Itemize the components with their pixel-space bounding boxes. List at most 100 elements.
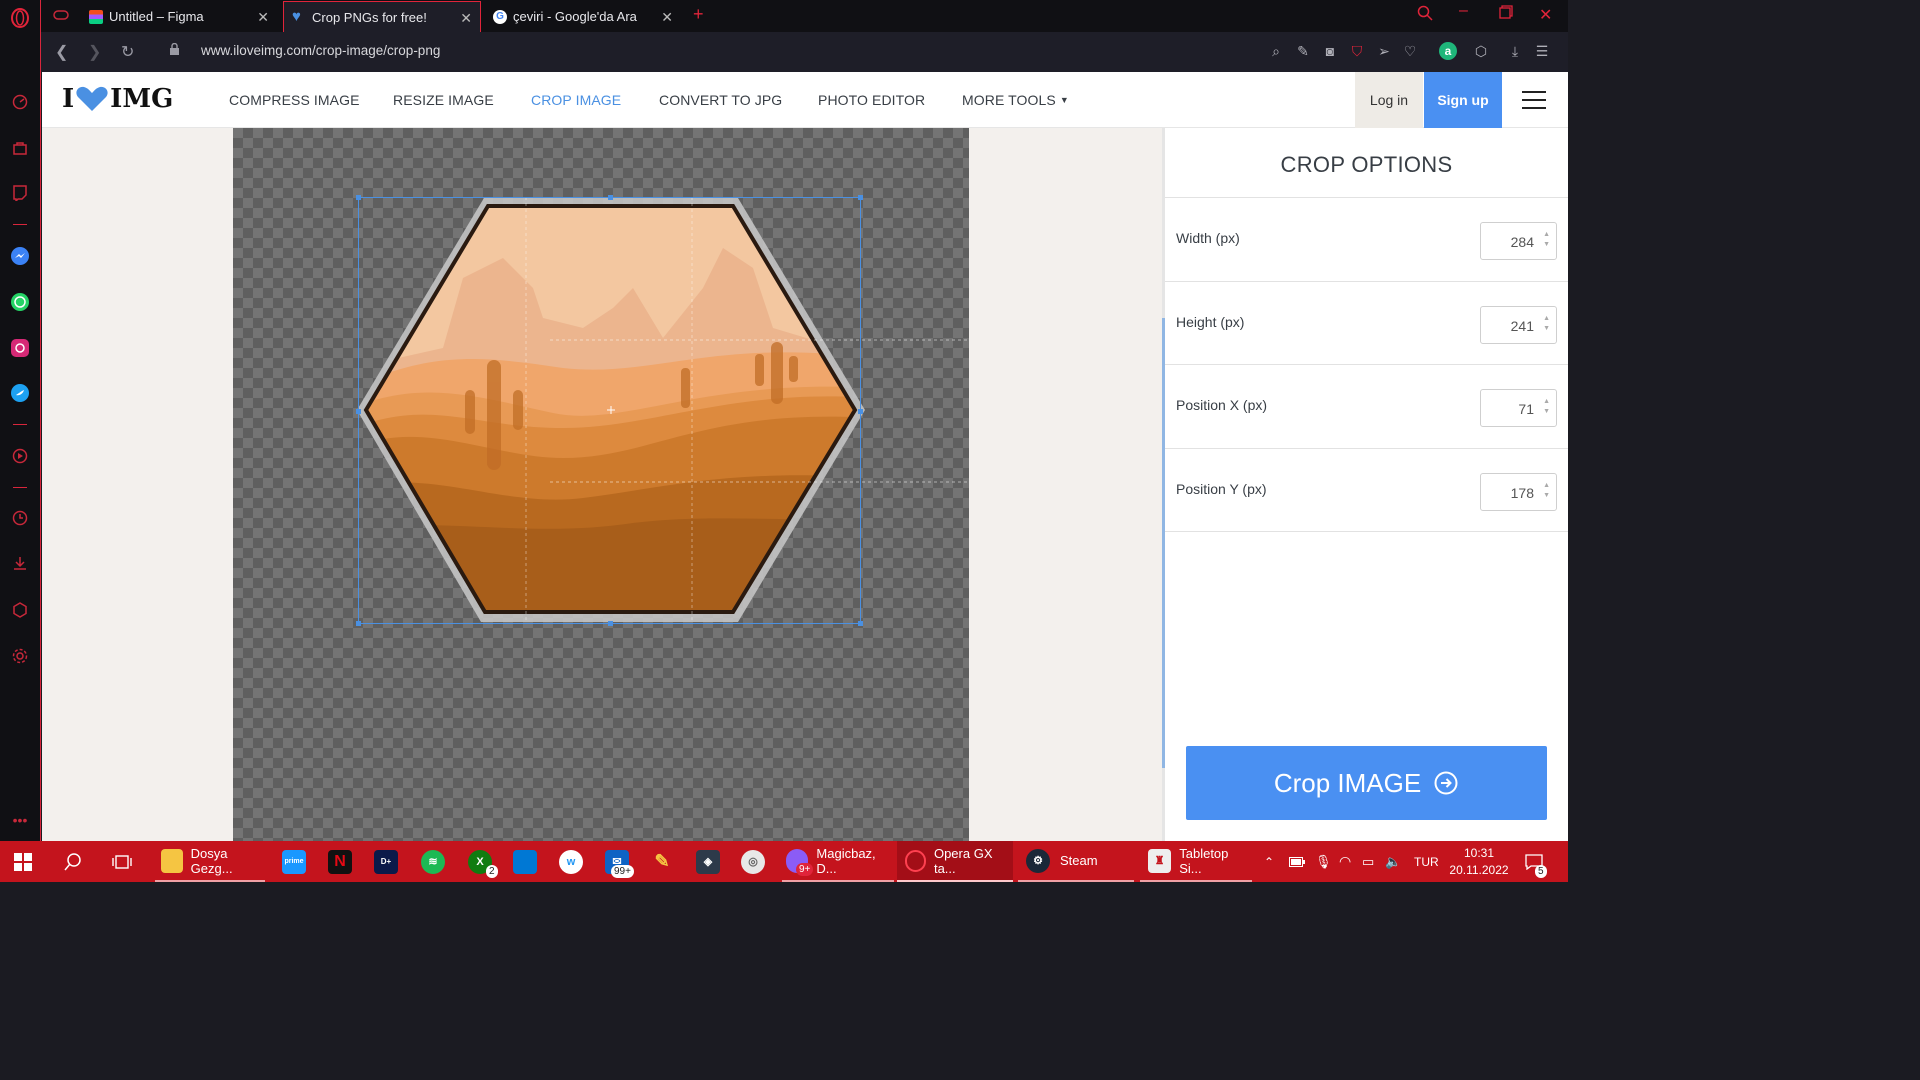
- extension-a-icon[interactable]: a: [1439, 42, 1457, 60]
- cube-icon[interactable]: ⬡: [1472, 42, 1490, 60]
- opera-logo-icon[interactable]: [10, 8, 30, 28]
- speed-dial-icon[interactable]: [10, 92, 30, 112]
- send-icon[interactable]: ➢: [1375, 42, 1393, 60]
- height-input[interactable]: 241 ▲ ▼: [1480, 306, 1557, 344]
- language-indicator[interactable]: TUR: [1414, 841, 1439, 882]
- taskbar-messenger[interactable]: 9+ Magicbaz, D...: [782, 841, 894, 882]
- taskbar-file-explorer[interactable]: Dosya Gezg...: [155, 841, 265, 882]
- history-icon[interactable]: [10, 508, 30, 528]
- taskbar-tabletop-simulator[interactable]: ♜ Tabletop Si...: [1140, 841, 1252, 882]
- adblock-shield-icon[interactable]: ⛉: [1348, 42, 1366, 60]
- instagram-icon[interactable]: [10, 338, 30, 358]
- crop-handle-bottom-left[interactable]: [356, 621, 361, 626]
- taskbar-ms-store[interactable]: [513, 841, 537, 882]
- edit-icon[interactable]: ✎: [1294, 42, 1312, 60]
- extensions-icon[interactable]: [10, 600, 30, 620]
- width-input[interactable]: 284 ▲ ▼: [1480, 222, 1557, 260]
- taskbar-xbox[interactable]: X 2: [468, 841, 498, 882]
- settings-gear-icon[interactable]: [10, 646, 30, 666]
- gamepad-icon[interactable]: [53, 8, 69, 27]
- heart-icon[interactable]: ♡: [1401, 42, 1419, 60]
- spinner-arrows-icon[interactable]: ▲ ▼: [1543, 230, 1550, 250]
- search-icon[interactable]: [64, 841, 82, 882]
- nav-photo-editor[interactable]: PHOTO EDITOR: [818, 92, 925, 108]
- restore-window-icon[interactable]: [1499, 5, 1513, 24]
- crop-handle-top-left[interactable]: [356, 195, 361, 200]
- taskbar-netflix[interactable]: N: [328, 841, 352, 882]
- nav-convert-to-jpg[interactable]: CONVERT TO JPG: [659, 92, 782, 108]
- volume-icon[interactable]: 🔈: [1385, 841, 1401, 882]
- tab-google[interactable]: G çeviri - Google'da Ara ✕: [485, 1, 681, 32]
- tray-chevron-icon[interactable]: ⌃: [1264, 841, 1274, 882]
- crop-handle-left[interactable]: [356, 409, 361, 414]
- nav-more-tools[interactable]: MORE TOOLS ▼: [962, 92, 1069, 108]
- microphone-icon[interactable]: 🎙: [1315, 841, 1332, 882]
- back-icon[interactable]: ❮: [55, 42, 68, 62]
- taskbar-swirl-app[interactable]: ◎: [741, 841, 765, 882]
- player-icon[interactable]: [10, 446, 30, 466]
- taskbar-spotify[interactable]: ≋: [421, 841, 445, 882]
- crop-handle-bottom[interactable]: [608, 621, 613, 626]
- camera-icon[interactable]: ◙: [1321, 42, 1339, 60]
- nav-compress-image[interactable]: COMPRESS IMAGE: [229, 92, 360, 108]
- shopping-bag-icon[interactable]: [10, 138, 30, 158]
- close-tab-icon[interactable]: ✕: [460, 10, 472, 27]
- taskbar-pencil[interactable]: ✎: [650, 841, 674, 882]
- messenger-icon[interactable]: [10, 246, 30, 266]
- crop-handle-bottom-right[interactable]: [858, 621, 863, 626]
- nav-crop-image[interactable]: CROP IMAGE: [531, 92, 621, 108]
- crop-handle-top-right[interactable]: [858, 195, 863, 200]
- spinner-arrows-icon[interactable]: ▲ ▼: [1543, 314, 1550, 334]
- taskbar-davinci[interactable]: ◈: [696, 841, 720, 882]
- position-y-input[interactable]: 178 ▲ ▼: [1480, 473, 1557, 511]
- taskbar-disney-plus[interactable]: D+: [374, 841, 398, 882]
- crop-handle-top[interactable]: [608, 195, 613, 200]
- twitch-icon[interactable]: [10, 183, 30, 203]
- taskbar-prime-video[interactable]: prime: [282, 841, 306, 882]
- url-field[interactable]: www.iloveimg.com/crop-image/crop-png: [201, 43, 440, 58]
- tab-search-icon[interactable]: [1417, 5, 1433, 26]
- close-tab-icon[interactable]: ✕: [257, 9, 269, 26]
- twitter-icon[interactable]: [10, 383, 30, 403]
- spinner-arrows-icon[interactable]: ▲ ▼: [1543, 481, 1550, 501]
- crop-selection-box[interactable]: [356, 195, 863, 626]
- notifications-icon[interactable]: 5: [1525, 841, 1547, 882]
- logo-text-img: IMG: [110, 84, 174, 114]
- tab-crop-png[interactable]: ♥ Crop PNGs for free! ✕: [283, 1, 481, 32]
- close-window-icon[interactable]: ✕: [1539, 5, 1552, 25]
- signup-button[interactable]: Sign up: [1424, 72, 1502, 128]
- crop-image-button[interactable]: Crop IMAGE: [1186, 746, 1547, 820]
- spinner-arrows-icon[interactable]: ▲ ▼: [1543, 397, 1550, 417]
- more-dots-icon[interactable]: •••: [10, 810, 30, 830]
- minimize-icon[interactable]: –: [1459, 2, 1468, 20]
- taskbar-opera-gx[interactable]: Opera GX ta...: [897, 841, 1013, 882]
- taskbar-wattpad[interactable]: w: [559, 841, 583, 882]
- height-label: Height (px): [1176, 314, 1245, 330]
- reload-icon[interactable]: ↻: [121, 42, 134, 62]
- wifi-icon[interactable]: ◠: [1339, 841, 1351, 882]
- close-tab-icon[interactable]: ✕: [661, 9, 673, 26]
- hamburger-menu-icon[interactable]: [1522, 91, 1546, 109]
- position-x-input[interactable]: 71 ▲ ▼: [1480, 389, 1557, 427]
- whatsapp-icon[interactable]: [10, 292, 30, 312]
- search-page-icon[interactable]: ⌕: [1267, 42, 1285, 60]
- battery-icon[interactable]: [1289, 841, 1305, 882]
- display-icon[interactable]: ▭: [1362, 841, 1374, 882]
- tab-figma[interactable]: Untitled – Figma ✕: [81, 1, 277, 32]
- crop-handle-right[interactable]: [858, 409, 863, 414]
- downloads-icon[interactable]: [10, 553, 30, 573]
- iloveimg-logo[interactable]: I IMG: [62, 84, 173, 114]
- nav-resize-image[interactable]: RESIZE IMAGE: [393, 92, 494, 108]
- taskbar-mail[interactable]: ✉ 99+: [605, 841, 634, 882]
- login-button[interactable]: Log in: [1355, 72, 1423, 128]
- task-view-icon[interactable]: [112, 841, 132, 882]
- tab-label: Crop PNGs for free!: [312, 9, 427, 25]
- download-icon[interactable]: ⤓: [1506, 42, 1524, 60]
- easy-setup-icon[interactable]: ☰: [1533, 42, 1551, 60]
- taskbar-steam[interactable]: ⚙ Steam: [1018, 841, 1134, 882]
- system-clock[interactable]: 10:31 20.11.2022: [1448, 845, 1510, 879]
- start-windows-icon[interactable]: [14, 841, 32, 882]
- option-position-x: Position X (px) 71 ▲ ▼: [1165, 364, 1568, 448]
- forward-icon[interactable]: ❯: [88, 42, 101, 62]
- new-tab-button[interactable]: +: [693, 4, 704, 25]
